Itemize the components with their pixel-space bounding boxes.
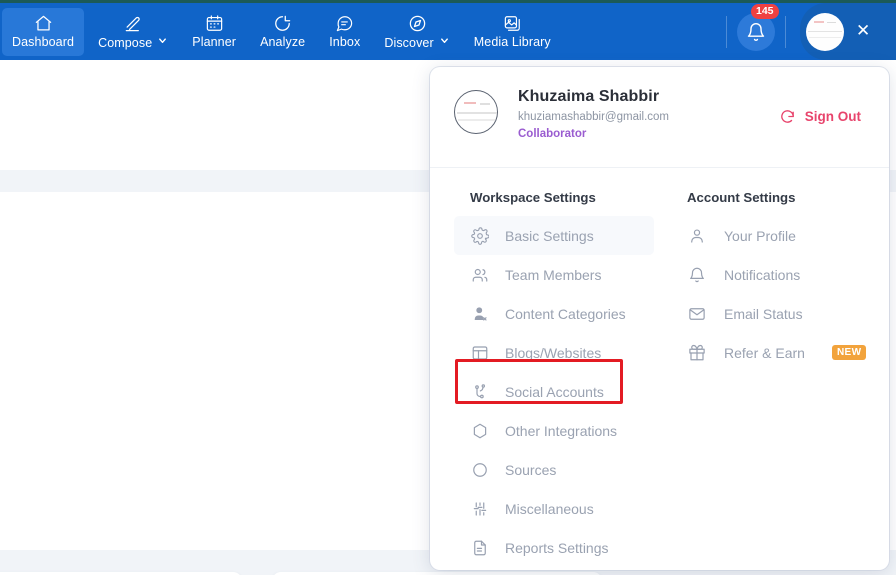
calendar-icon <box>205 14 224 33</box>
nav-item-dashboard[interactable]: Dashboard <box>2 7 85 56</box>
menu-item-label: Team Members <box>505 266 602 283</box>
avatar[interactable] <box>806 12 844 51</box>
menu-item-label: Notifications <box>724 266 801 283</box>
menu-item-label: Other Integrations <box>505 422 618 439</box>
nav-item-label: Analyze <box>260 34 306 49</box>
app-root: Dashboard Compose Planner Analyze Inbox Disco… <box>0 0 896 575</box>
nav-item-compose[interactable]: Compose <box>88 8 178 56</box>
sliders-icon <box>470 500 489 518</box>
menu-item-label: Miscellaneous <box>505 500 594 517</box>
users-icon <box>470 266 489 284</box>
menu-item-label: Content Categories <box>505 305 626 322</box>
notifications-button[interactable]: 145 <box>737 3 779 51</box>
menu-item-label: Email Status <box>724 305 803 322</box>
account-settings-title: Account Settings <box>687 190 796 205</box>
envelope-icon <box>687 305 706 323</box>
workspace-settings-column: Workspace Settings Basic Settings Team Me… <box>430 190 654 567</box>
bell-icon <box>747 22 765 41</box>
nav-item-inbox[interactable]: Inbox <box>319 8 370 56</box>
nav-item-label: Inbox <box>329 34 361 49</box>
sign-out-icon <box>780 110 794 123</box>
nav-item-label: Compose <box>98 36 153 50</box>
new-badge: NEW <box>831 344 867 361</box>
nav-item-label: Planner <box>192 34 237 49</box>
nav-item-analyze[interactable]: Analyze <box>250 8 315 56</box>
user-email: khuziamashabbir@gmail.com <box>518 111 670 123</box>
workspace-settings-title: Workspace Settings <box>470 190 596 205</box>
avatar <box>454 90 498 134</box>
chat-icon <box>335 14 354 33</box>
dropdown-body: Workspace Settings Basic Settings Team Me… <box>430 168 889 567</box>
menu-item-label: Blogs/Websites <box>505 344 602 361</box>
account-item-your-profile[interactable]: Your Profile <box>674 216 889 255</box>
nav-item-label: Media Library <box>473 34 551 49</box>
sign-out-button[interactable]: Sign Out <box>779 108 861 125</box>
workspace-item-other-integrations[interactable]: Other Integrations <box>454 411 654 450</box>
menu-item-label: Refer & Earn <box>724 344 805 361</box>
dropdown-header: Khuzaima Shabbir khuziamashabbir@gmail.c… <box>430 67 889 168</box>
share-nodes-icon <box>470 383 489 401</box>
person-tag-icon <box>470 305 489 323</box>
workspace-item-social-accounts[interactable]: Social Accounts <box>454 372 654 411</box>
account-settings-column: Account Settings Your Profile Notificatio… <box>654 190 889 567</box>
workspace-item-miscellaneous[interactable]: Miscellaneous <box>454 489 654 528</box>
workspace-item-basic-settings[interactable]: Basic Settings <box>454 216 654 255</box>
person-icon <box>687 227 706 245</box>
user-name: Khuzaima Shabbir <box>518 88 660 105</box>
account-item-notifications[interactable]: Notifications <box>674 255 889 294</box>
navbar-divider-2 <box>785 15 786 48</box>
home-icon <box>34 14 53 33</box>
nav-item-label: Dashboard <box>12 34 75 49</box>
sign-out-label: Sign Out <box>804 109 861 124</box>
workspace-settings-list: Basic Settings Team Members Content Catego… <box>454 216 654 567</box>
circle-icon <box>470 461 489 479</box>
bell-icon <box>687 266 706 284</box>
document-icon <box>470 539 489 557</box>
account-menu-zone: ✕ <box>800 3 896 60</box>
gear-icon <box>470 226 489 245</box>
notification-count-badge: 145 <box>751 3 779 19</box>
menu-item-label: Reports Settings <box>505 539 609 556</box>
account-item-email-status[interactable]: Email Status <box>674 294 889 333</box>
account-settings-list: Your Profile Notifications Email Status Ref… <box>674 216 889 372</box>
workspace-item-team-members[interactable]: Team Members <box>454 255 654 294</box>
account-dropdown-panel: Khuzaima Shabbir khuziamashabbir@gmail.c… <box>430 67 889 570</box>
pie-chart-icon <box>273 14 292 33</box>
nav-item-media-library[interactable]: Media Library <box>464 8 561 56</box>
compass-icon <box>408 14 427 33</box>
main-navbar: Dashboard Compose Planner Analyze Inbox Disco… <box>0 3 896 60</box>
nav-item-label: Discover <box>384 36 434 50</box>
user-role-badge: Collaborator <box>518 128 587 140</box>
menu-item-label: Your Profile <box>724 227 796 244</box>
workspace-item-sources[interactable]: Sources <box>454 450 654 489</box>
account-item-refer-earn[interactable]: Refer & Earn NEW <box>674 333 889 372</box>
menu-item-label: Sources <box>505 461 557 478</box>
layout-icon <box>470 344 489 362</box>
chevron-down-icon <box>439 33 450 51</box>
chevron-down-icon <box>157 33 168 51</box>
user-info: Khuzaima Shabbir khuziamashabbir@gmail.c… <box>518 88 779 140</box>
image-icon <box>503 14 522 33</box>
nav-item-planner[interactable]: Planner <box>182 8 246 56</box>
navbar-items: Dashboard Compose Planner Analyze Inbox Disco… <box>0 3 722 60</box>
navbar-divider <box>726 15 727 48</box>
nav-item-discover[interactable]: Discover <box>374 8 459 56</box>
gift-icon <box>687 344 706 362</box>
pencil-icon <box>124 14 143 33</box>
menu-item-label: Basic Settings <box>505 227 594 244</box>
workspace-item-content-categories[interactable]: Content Categories <box>454 294 654 333</box>
workspace-item-reports-settings[interactable]: Reports Settings <box>454 528 654 567</box>
hexagon-icon <box>470 422 489 440</box>
workspace-item-blogs-websites[interactable]: Blogs/Websites <box>454 333 654 372</box>
menu-item-label: Social Accounts <box>505 383 604 400</box>
close-icon[interactable]: ✕ <box>856 23 870 40</box>
